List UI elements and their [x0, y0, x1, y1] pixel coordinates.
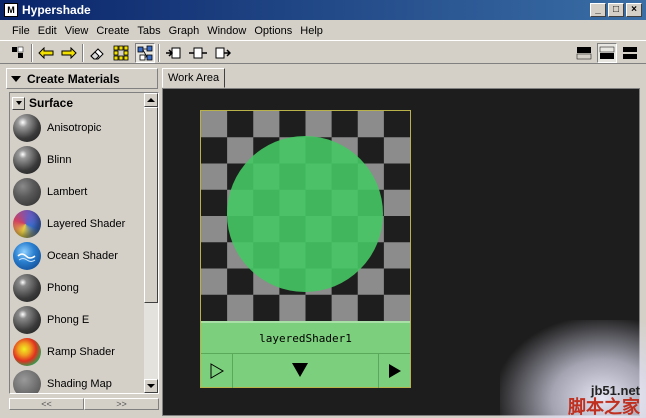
- menu-edit[interactable]: Edit: [34, 25, 61, 37]
- tab-work-area[interactable]: Work Area: [162, 68, 226, 88]
- lambert-swatch-icon: [13, 178, 41, 206]
- scroll-up-button[interactable]: [144, 93, 158, 107]
- expand-node-icon[interactable]: [291, 362, 309, 381]
- layout-top-icon[interactable]: [574, 43, 594, 63]
- material-label: Shading Map: [47, 378, 112, 390]
- menu-help[interactable]: Help: [296, 25, 327, 37]
- material-label: Lambert: [47, 186, 88, 198]
- graph-network-icon[interactable]: [135, 43, 155, 63]
- collapse-triangle-icon: [11, 75, 21, 82]
- menu-create[interactable]: Create: [92, 25, 133, 37]
- work-area-tabs: Work Area: [162, 68, 642, 88]
- create-materials-panel: Create Materials Surface Anisotropic Bli…: [6, 68, 159, 412]
- surface-section-title: Surface: [29, 96, 74, 110]
- grid-arrange-icon[interactable]: [111, 43, 131, 63]
- material-item-layered-shader[interactable]: Layered Shader: [13, 209, 141, 239]
- close-button[interactable]: ×: [626, 3, 642, 17]
- materials-vertical-scrollbar[interactable]: [144, 93, 158, 393]
- eraser-icon[interactable]: [87, 43, 107, 63]
- material-item-ocean-shader[interactable]: Ocean Shader: [13, 241, 141, 271]
- panel-horizontal-scroll: << >>: [9, 398, 159, 410]
- maya-app-icon: M: [4, 3, 18, 17]
- arrow-right-icon[interactable]: [59, 43, 79, 63]
- material-item-ramp-shader[interactable]: Ramp Shader: [13, 337, 141, 367]
- material-label: Phong E: [47, 314, 90, 326]
- menu-file[interactable]: File: [8, 25, 34, 37]
- window-title: Hypershade: [22, 3, 91, 17]
- blinn-swatch-icon: [13, 146, 41, 174]
- layout-split-icon[interactable]: [620, 43, 640, 63]
- layered-shader-swatch-icon: [13, 210, 41, 238]
- menu-bar: File Edit View Create Tabs Graph Window …: [0, 21, 646, 40]
- material-label: Anisotropic: [47, 122, 102, 134]
- create-materials-header[interactable]: Create Materials: [6, 68, 158, 89]
- output-port-icon[interactable]: [378, 354, 410, 388]
- material-label: Layered Shader: [47, 218, 126, 230]
- swatch-render: [201, 111, 410, 321]
- shaded-sphere: [227, 136, 383, 292]
- scroll-down-button[interactable]: [144, 379, 158, 393]
- toolbar: [0, 40, 646, 64]
- scroll-right-button[interactable]: >>: [84, 398, 159, 410]
- layout-bottom-icon[interactable]: [597, 43, 617, 63]
- ramp-shader-swatch-icon: [13, 338, 41, 366]
- material-label: Phong: [47, 282, 79, 294]
- material-label: Ocean Shader: [47, 250, 118, 262]
- scroll-thumb[interactable]: [144, 107, 158, 303]
- phong-swatch-icon: [13, 274, 41, 302]
- material-item-blinn[interactable]: Blinn: [13, 145, 141, 175]
- shader-node-name[interactable]: layeredShader1: [201, 321, 410, 353]
- surface-section-header[interactable]: Surface: [12, 95, 142, 111]
- shader-node-ports: [201, 353, 410, 388]
- menu-graph[interactable]: Graph: [165, 25, 204, 37]
- input-connections-icon[interactable]: [163, 43, 183, 63]
- material-item-phong-e[interactable]: Phong E: [13, 305, 141, 335]
- section-dropdown-icon[interactable]: [12, 96, 25, 110]
- material-item-shading-map[interactable]: Shading Map: [13, 369, 141, 393]
- watermark-site: jb51.net: [590, 383, 640, 398]
- shading-map-swatch-icon: [13, 370, 41, 393]
- toggle-panel-icon[interactable]: [8, 43, 28, 63]
- materials-list: Surface Anisotropic Blinn Lambert Layere…: [9, 92, 159, 394]
- arrow-left-icon[interactable]: [36, 43, 56, 63]
- anisotropic-swatch-icon: [13, 114, 41, 142]
- shader-node[interactable]: layeredShader1: [200, 110, 411, 388]
- material-item-anisotropic[interactable]: Anisotropic: [13, 113, 141, 143]
- menu-options[interactable]: Options: [250, 25, 296, 37]
- watermark-brand: 脚本之家: [568, 397, 640, 417]
- material-label: Ramp Shader: [47, 346, 115, 358]
- minimize-button[interactable]: _: [590, 3, 606, 17]
- material-item-phong[interactable]: Phong: [13, 273, 141, 303]
- input-output-connections-icon[interactable]: [188, 43, 208, 63]
- menu-view[interactable]: View: [61, 25, 93, 37]
- shader-swatch-preview: [201, 111, 410, 321]
- create-materials-title: Create Materials: [27, 71, 120, 86]
- maximize-button[interactable]: □: [608, 3, 624, 17]
- phong-e-swatch-icon: [13, 306, 41, 334]
- output-connections-icon[interactable]: [213, 43, 233, 63]
- title-bar: M Hypershade _ □ ×: [0, 0, 646, 20]
- material-item-lambert[interactable]: Lambert: [13, 177, 141, 207]
- site-watermark: jb51.net 脚本之家: [568, 383, 640, 416]
- material-label: Blinn: [47, 154, 72, 166]
- input-port-icon[interactable]: [201, 354, 233, 388]
- ocean-shader-swatch-icon: [13, 242, 41, 270]
- scroll-left-button[interactable]: <<: [9, 398, 84, 410]
- menu-window[interactable]: Window: [203, 25, 250, 37]
- menu-tabs[interactable]: Tabs: [133, 25, 164, 37]
